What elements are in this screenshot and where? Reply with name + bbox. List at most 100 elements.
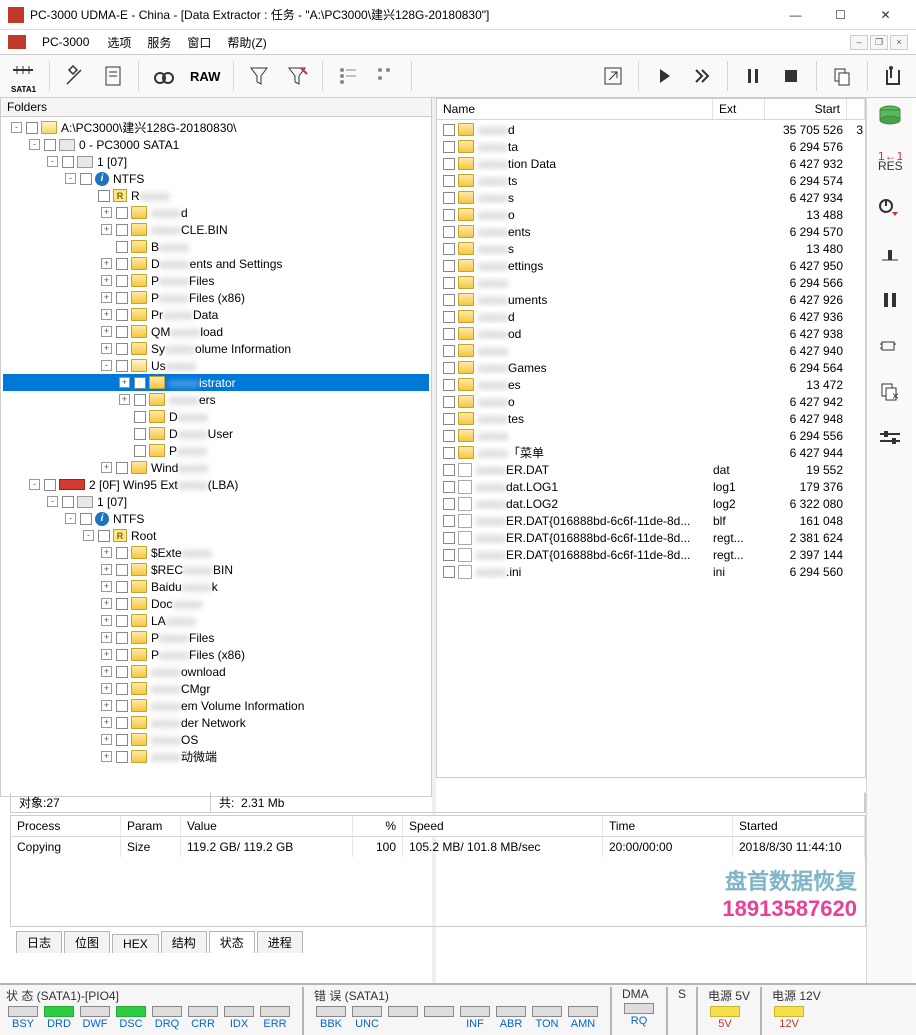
- tree-row[interactable]: +$RECxxxxxBIN: [3, 561, 429, 578]
- tree-row[interactable]: Pxxxxx: [3, 442, 429, 459]
- tree-checkbox[interactable]: [116, 615, 128, 627]
- tab[interactable]: 位图: [64, 931, 110, 953]
- list-row[interactable]: xxxxxuments6 427 926: [437, 291, 865, 308]
- list-checkbox[interactable]: [443, 413, 455, 425]
- tree-row[interactable]: Bxxxxx: [3, 238, 429, 255]
- list-checkbox[interactable]: [443, 141, 455, 153]
- tree-expand-button[interactable]: [331, 59, 365, 93]
- tree-toggle[interactable]: +: [101, 615, 112, 626]
- stop-button[interactable]: [774, 59, 808, 93]
- minimize-button[interactable]: —: [773, 1, 818, 29]
- tree-checkbox[interactable]: [116, 241, 128, 253]
- tree-row[interactable]: +PxxxxxFiles: [3, 629, 429, 646]
- tree-checkbox[interactable]: [134, 428, 146, 440]
- tree-row[interactable]: -iNTFS: [3, 170, 429, 187]
- tree-checkbox[interactable]: [134, 377, 146, 389]
- list-checkbox[interactable]: [443, 328, 455, 340]
- list-row[interactable]: xxxxxGames6 294 564: [437, 359, 865, 376]
- menu-item[interactable]: 窗口: [179, 32, 219, 53]
- sata1-button[interactable]: SATA1: [6, 59, 41, 93]
- tree-checkbox[interactable]: [134, 445, 146, 457]
- list-checkbox[interactable]: [443, 175, 455, 187]
- tree-row[interactable]: +PxxxxxFiles (x86): [3, 646, 429, 663]
- list-checkbox[interactable]: [443, 158, 455, 170]
- folder-tree[interactable]: -A:\PC3000\建兴128G-20180830\-0 - PC3000 S…: [0, 117, 432, 797]
- list-row[interactable]: xxxxxER.DAT{016888bd-6c6f-11de-8d...regt…: [437, 529, 865, 546]
- tab[interactable]: 日志: [16, 931, 62, 953]
- list-row[interactable]: xxxxx6 427 940: [437, 342, 865, 359]
- list-row[interactable]: xxxxxo13 488: [437, 206, 865, 223]
- tree-toggle[interactable]: +: [101, 547, 112, 558]
- tree-checkbox[interactable]: [80, 513, 92, 525]
- list-row[interactable]: xxxxxs6 427 934: [437, 189, 865, 206]
- tree-checkbox[interactable]: [26, 122, 38, 134]
- tree-checkbox[interactable]: [116, 292, 128, 304]
- tree-row[interactable]: -iNTFS: [3, 510, 429, 527]
- list-row[interactable]: xxxxxER.DATdat19 552: [437, 461, 865, 478]
- list-row[interactable]: xxxxxettings6 427 950: [437, 257, 865, 274]
- list-row[interactable]: xxxxxdat.LOG2log26 322 080: [437, 495, 865, 512]
- list-row[interactable]: xxxxxo6 427 942: [437, 393, 865, 410]
- tree-row[interactable]: +PrxxxxxData: [3, 306, 429, 323]
- menu-item[interactable]: 帮助(Z): [219, 32, 274, 53]
- list-checkbox[interactable]: [443, 311, 455, 323]
- tree-toggle[interactable]: -: [101, 360, 112, 371]
- list-row[interactable]: xxxxxER.DAT{016888bd-6c6f-11de-8d...regt…: [437, 546, 865, 563]
- tree-checkbox[interactable]: [116, 462, 128, 474]
- tree-row[interactable]: -Usxxxxx: [3, 357, 429, 374]
- tree-toggle[interactable]: -: [47, 496, 58, 507]
- tree-toggle[interactable]: +: [101, 275, 112, 286]
- tree-row[interactable]: +xxxxxownload: [3, 663, 429, 680]
- hdr-started[interactable]: Started: [733, 816, 865, 836]
- play-button[interactable]: [647, 59, 681, 93]
- menu-app-label[interactable]: PC-3000: [34, 33, 97, 51]
- tree-row[interactable]: +xxxxxers: [3, 391, 429, 408]
- hdr-value[interactable]: Value: [181, 816, 353, 836]
- list-checkbox[interactable]: [443, 345, 455, 357]
- tree-row[interactable]: +$Extexxxxx: [3, 544, 429, 561]
- tree-row[interactable]: +Dxxxxxents and Settings: [3, 255, 429, 272]
- tree-checkbox[interactable]: [116, 683, 128, 695]
- tree-checkbox[interactable]: [62, 156, 74, 168]
- list-checkbox[interactable]: [443, 549, 455, 561]
- report-button[interactable]: [96, 59, 130, 93]
- slider-icon[interactable]: [874, 240, 906, 268]
- list-checkbox[interactable]: [443, 124, 455, 136]
- docs-x-icon[interactable]: ×: [874, 378, 906, 406]
- exit-button[interactable]: [876, 59, 910, 93]
- tree-row[interactable]: +xxxxxder Network: [3, 714, 429, 731]
- pause-button[interactable]: [736, 59, 770, 93]
- tree-toggle[interactable]: +: [101, 751, 112, 762]
- tree-row[interactable]: RRxxxxx: [3, 187, 429, 204]
- list-checkbox[interactable]: [443, 566, 455, 578]
- binoculars-button[interactable]: [147, 59, 181, 93]
- tree-checkbox[interactable]: [116, 360, 128, 372]
- tree-row[interactable]: +xxxxxCMgr: [3, 680, 429, 697]
- tree-toggle[interactable]: +: [101, 258, 112, 269]
- tree-checkbox[interactable]: [116, 547, 128, 559]
- list-checkbox[interactable]: [443, 379, 455, 391]
- tree-toggle[interactable]: -: [65, 173, 76, 184]
- list-checkbox[interactable]: [443, 464, 455, 476]
- list-checkbox[interactable]: [443, 294, 455, 306]
- filter-remove-button[interactable]: [280, 59, 314, 93]
- list-row[interactable]: xxxxxta6 294 576: [437, 138, 865, 155]
- tree-checkbox[interactable]: [116, 224, 128, 236]
- tree-row[interactable]: +xxxxxCLE.BIN: [3, 221, 429, 238]
- tree-checkbox[interactable]: [98, 190, 110, 202]
- tree-checkbox[interactable]: [116, 343, 128, 355]
- tree-row[interactable]: -1 [07]: [3, 153, 429, 170]
- mdi-restore-button[interactable]: ❐: [870, 35, 888, 50]
- list-checkbox[interactable]: [443, 226, 455, 238]
- hdr-speed[interactable]: Speed: [403, 816, 603, 836]
- tree-row[interactable]: -2 [0F] Win95 Extxxxxx(LBA): [3, 476, 429, 493]
- pause-side-icon[interactable]: [874, 286, 906, 314]
- col-ext[interactable]: Ext: [713, 99, 765, 119]
- list-row[interactable]: xxxxxd6 427 936: [437, 308, 865, 325]
- list-row[interactable]: xxxxxdat.LOG1log1179 376: [437, 478, 865, 495]
- tree-row[interactable]: -A:\PC3000\建兴128G-20180830\: [3, 119, 429, 136]
- tree-checkbox[interactable]: [116, 751, 128, 763]
- list-checkbox[interactable]: [443, 362, 455, 374]
- tree-toggle[interactable]: +: [101, 581, 112, 592]
- tree-toggle[interactable]: +: [101, 649, 112, 660]
